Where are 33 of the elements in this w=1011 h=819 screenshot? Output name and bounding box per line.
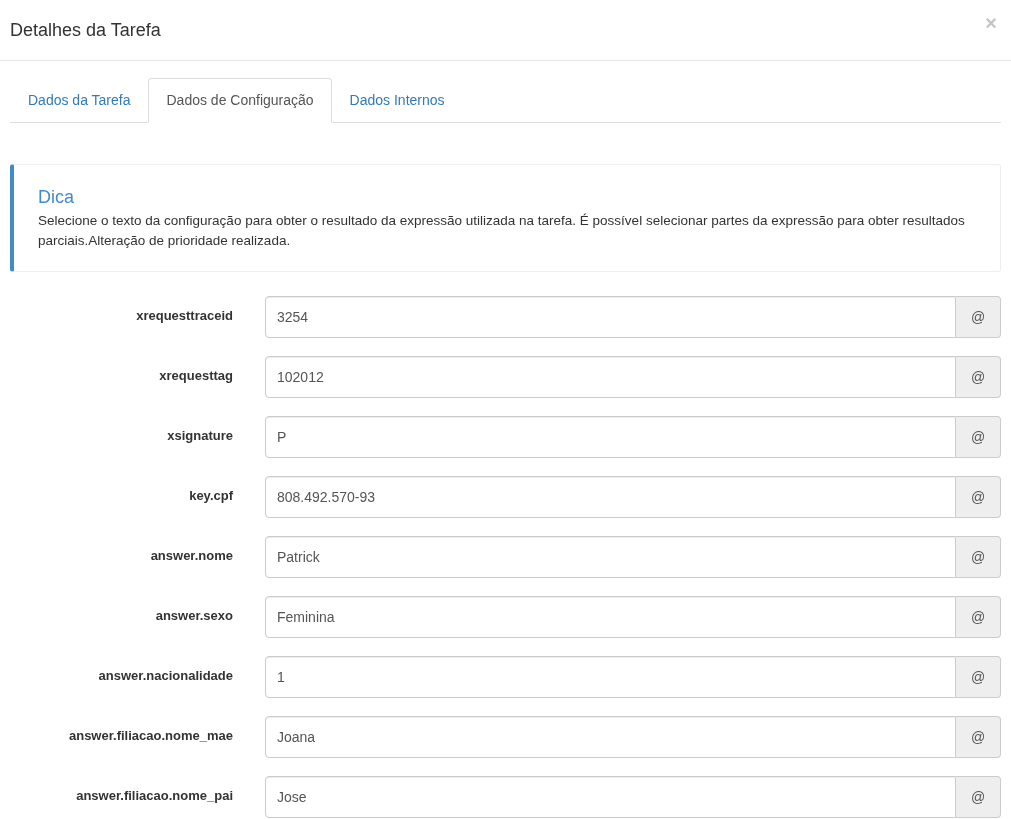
field-label: answer.filiacao.nome_mae bbox=[67, 727, 233, 745]
field-label: answer.nome bbox=[149, 547, 233, 565]
field-label: xrequesttraceid bbox=[135, 307, 233, 325]
callout-title: Dica bbox=[38, 186, 75, 208]
input-field[interactable]: 3254 bbox=[265, 296, 956, 338]
input-addon: @ bbox=[956, 356, 1001, 398]
field-label: answer.filiacao.nome_pai bbox=[75, 787, 233, 805]
input-addon: @ bbox=[956, 776, 1001, 818]
callout-text: Selecione o texto da configuração para obter o resultado da expressão utilizada na tarefa. É possível selecionar partes da expressão para obter resultados parciais.Alteração de prioridade realizada. bbox=[38, 212, 966, 250]
input-field[interactable]: Patrick bbox=[265, 536, 956, 578]
input-addon: @ bbox=[956, 596, 1001, 638]
input-addon: @ bbox=[956, 476, 1001, 518]
input-field[interactable]: P bbox=[265, 416, 956, 458]
input-addon: @ bbox=[956, 416, 1001, 458]
modal-title: Detalhes da Tarefa bbox=[10, 18, 161, 42]
input-addon: @ bbox=[956, 656, 1001, 698]
input-field[interactable]: Joana bbox=[265, 716, 956, 758]
field-label: xsignature bbox=[166, 427, 233, 445]
input-addon: @ bbox=[956, 536, 1001, 578]
tab[interactable]: Dados de Configuração bbox=[148, 78, 332, 123]
input-field[interactable]: 808.492.570-93 bbox=[265, 476, 956, 518]
input-field[interactable]: Feminina bbox=[265, 596, 956, 638]
tab[interactable]: Dados da Tarefa bbox=[10, 78, 149, 122]
field-label: answer.sexo bbox=[154, 607, 233, 625]
input-field[interactable]: 102012 bbox=[265, 356, 956, 398]
input-field[interactable]: 1 bbox=[265, 656, 956, 698]
input-addon: @ bbox=[956, 716, 1001, 758]
input-addon: @ bbox=[956, 296, 1001, 338]
field-label: xrequesttag bbox=[158, 367, 233, 385]
input-field[interactable]: Jose bbox=[265, 776, 956, 818]
tab[interactable]: Dados Internos bbox=[331, 78, 463, 122]
field-label: key.cpf bbox=[188, 487, 233, 505]
field-label: answer.nacionalidade bbox=[97, 667, 233, 685]
